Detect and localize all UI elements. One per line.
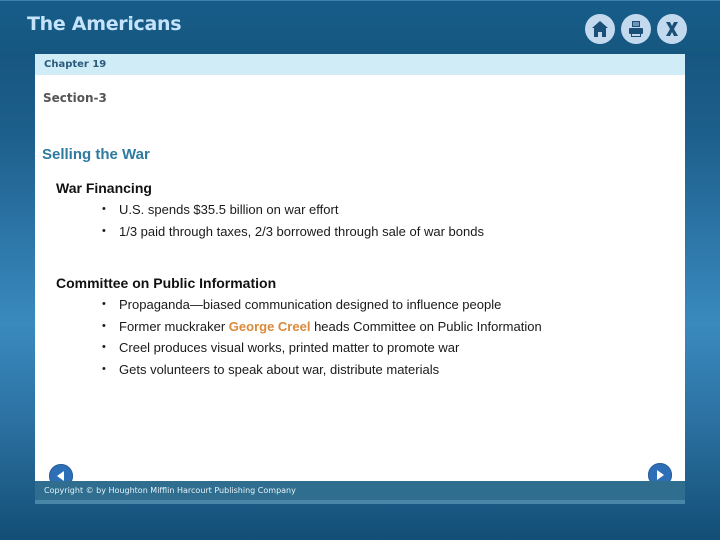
close-icon bbox=[666, 22, 678, 36]
bullet-item: • Propaganda—biased communication designe… bbox=[100, 294, 542, 316]
arrow-right-icon bbox=[657, 470, 664, 480]
bullet-text-prefix: Former muckraker bbox=[119, 318, 229, 334]
toolbar bbox=[585, 14, 687, 44]
bullet-text: Propaganda—biased communication designed… bbox=[119, 297, 502, 312]
bullet-icon: • bbox=[102, 203, 106, 215]
bullet-icon: • bbox=[102, 362, 106, 375]
bullet-text-suffix: heads Committee on Public Information bbox=[310, 318, 542, 334]
bullet-item: • 1/3 paid through taxes, 2/3 borrowed th… bbox=[100, 221, 484, 243]
bullet-text: U.S. spends $35.5 billion on war effort bbox=[119, 202, 339, 217]
bullet-item: • U.S. spends $35.5 billion on war effort bbox=[100, 199, 484, 221]
chapter-label: Chapter 19 bbox=[35, 54, 685, 75]
bullet-icon: • bbox=[102, 341, 106, 353]
bullet-text: 1/3 paid through taxes, 2/3 borrowed thr… bbox=[119, 223, 484, 239]
copyright-footer: Copyright © by Houghton Mifflin Harcourt… bbox=[35, 481, 685, 504]
app-header: The Americans bbox=[0, 0, 720, 54]
bullet-icon: • bbox=[102, 224, 106, 237]
group-heading: Committee on Public Information bbox=[56, 275, 277, 291]
bullet-item: • Creel produces visual works, printed ma… bbox=[100, 337, 542, 359]
bullet-list: • U.S. spends $35.5 billion on war effort… bbox=[56, 199, 484, 242]
print-icon bbox=[629, 21, 643, 37]
app-title: The Americans bbox=[27, 13, 182, 35]
bullet-icon: • bbox=[102, 298, 106, 310]
home-icon bbox=[592, 21, 608, 37]
group-heading: War Financing bbox=[56, 180, 152, 196]
slide-title: Selling the War bbox=[42, 146, 150, 163]
close-button[interactable] bbox=[657, 14, 687, 44]
print-button[interactable] bbox=[621, 14, 651, 44]
bullet-text: Creel produces visual works, printed mat… bbox=[119, 340, 460, 355]
group-war-financing: War Financing • U.S. spends $35.5 billion… bbox=[56, 180, 484, 242]
group-committee-public-information: Committee on Public Information • Propaga… bbox=[56, 275, 542, 380]
bullet-list: • Propaganda—biased communication designe… bbox=[56, 294, 542, 380]
bullet-icon: • bbox=[102, 319, 106, 332]
bullet-text: Gets volunteers to speak about war, dist… bbox=[119, 361, 440, 377]
slide-panel: Chapter 19 Section-3 Selling the War War… bbox=[35, 54, 685, 504]
bullet-item: • Former muckraker George Creel heads Com… bbox=[100, 316, 542, 338]
highlighted-term: George Creel bbox=[228, 318, 311, 334]
home-button[interactable] bbox=[585, 14, 615, 44]
bullet-item: • Gets volunteers to speak about war, dis… bbox=[100, 359, 542, 381]
section-label: Section-3 bbox=[43, 91, 107, 105]
